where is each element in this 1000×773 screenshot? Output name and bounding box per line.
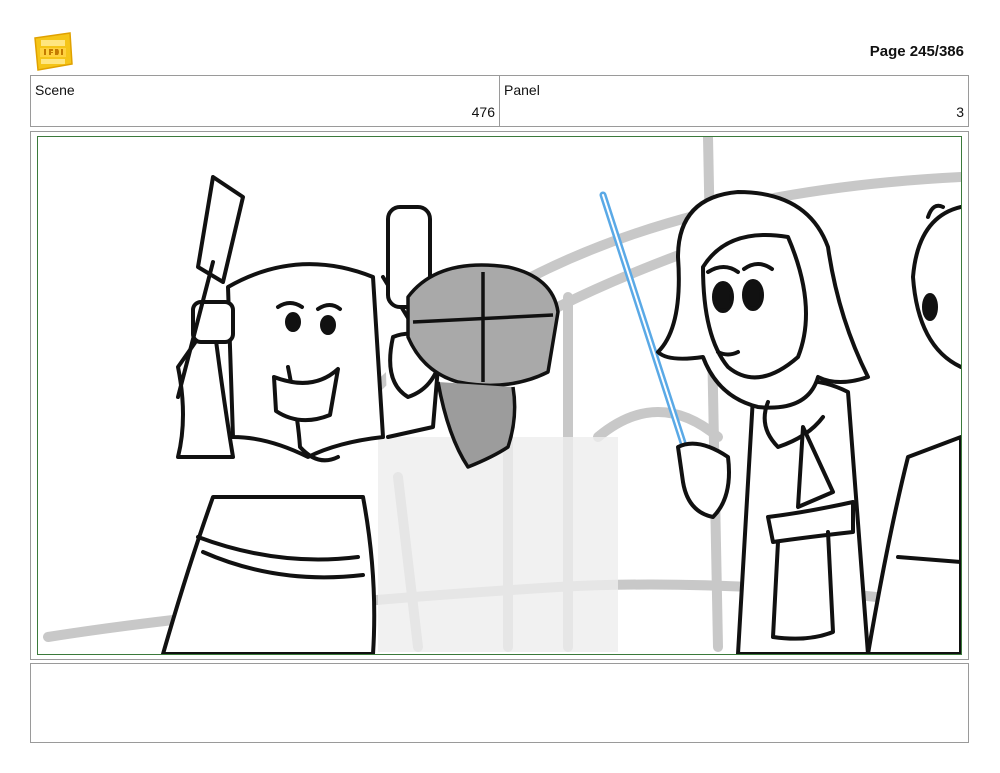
scene-panel-info: Scene 476 Panel 3 [30,75,969,127]
panel-label: Panel [504,82,540,98]
storyboard-drawing [37,136,962,655]
panel-cell: Panel 3 [499,76,968,126]
scene-cell: Scene 476 [31,76,499,126]
notes-box [30,663,969,743]
scene-value: 476 [471,104,495,120]
panel-value: 3 [956,104,964,120]
page-number: Page 245/386 [869,43,964,60]
partial-character [866,203,961,654]
logo-icon [32,30,74,72]
scene-label: Scene [35,82,75,98]
held-object [406,263,560,469]
storyboard-panel-frame [30,131,969,660]
